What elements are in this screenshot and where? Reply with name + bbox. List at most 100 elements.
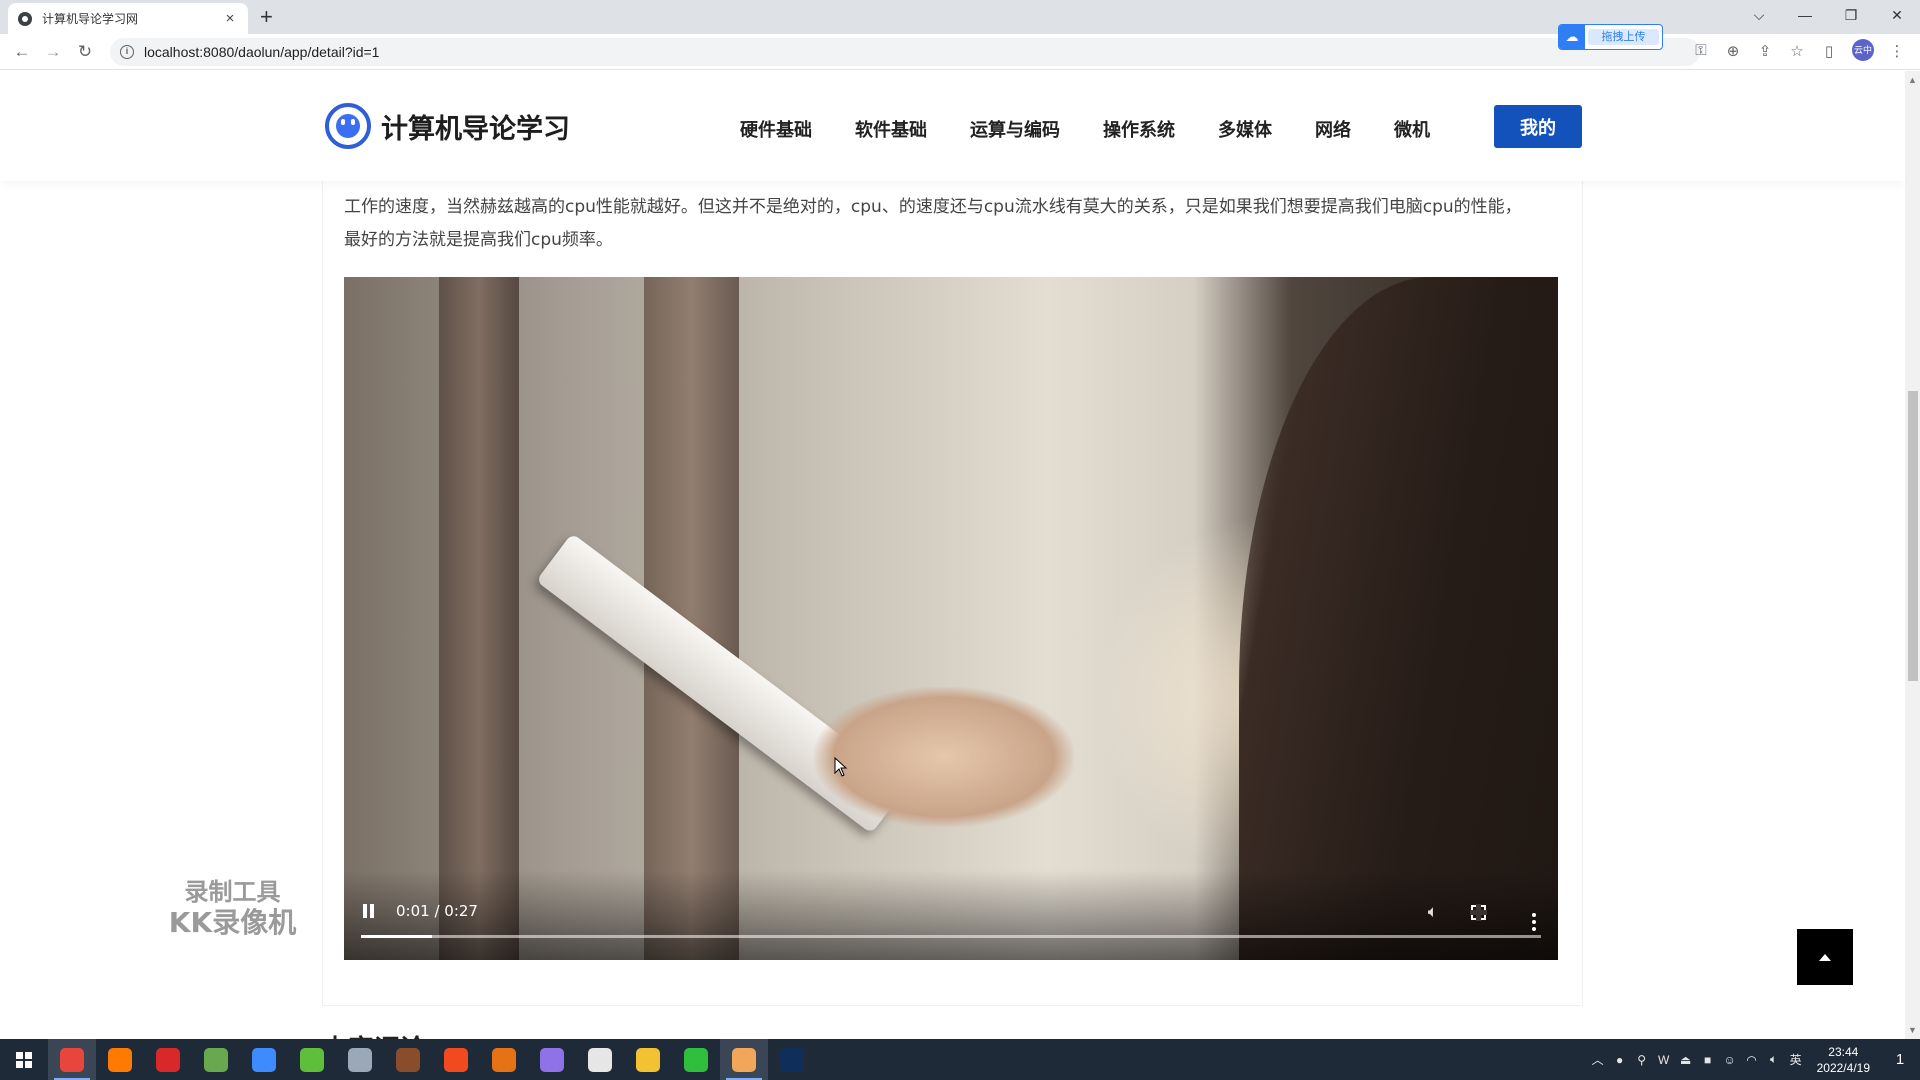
clock-time: 23:44: [1828, 1044, 1859, 1059]
site-title: 计算机导论学习: [381, 113, 570, 145]
tray-usb-icon[interactable]: ⏏: [1675, 1053, 1697, 1067]
mouse-cursor-icon: [834, 757, 848, 777]
zoom-icon[interactable]: ⊕: [1724, 42, 1742, 61]
volume-icon[interactable]: 🔈︎: [1428, 902, 1438, 922]
site-favicon-icon: [18, 11, 32, 26]
scroll-up-icon[interactable]: ▲: [1908, 75, 1917, 85]
site-info-icon[interactable]: i: [120, 45, 134, 59]
share-icon[interactable]: ⇪: [1756, 42, 1774, 61]
file-manager-icon: [348, 1047, 372, 1072]
taskbar-app[interactable]: [288, 1039, 336, 1080]
site-header: 计算机导论学习 硬件基础 软件基础 运算与编码 操作系统 多媒体 网络 微机 我…: [0, 71, 1905, 181]
article-line: 最好的方法就是提高我们cpu频率。: [344, 230, 613, 250]
nav-item-operating-system[interactable]: 操作系统: [1103, 116, 1175, 142]
video-time: 0:01 / 0:27: [396, 902, 478, 920]
ime-indicator[interactable]: 英: [1785, 1051, 1807, 1068]
window-controls: ⌵ — ❐ ✕: [1736, 0, 1920, 30]
address-bar[interactable]: i localhost:8080/daolun/app/detail?id=1: [110, 38, 1700, 66]
chat-icon: [588, 1047, 612, 1072]
wps-icon: [156, 1047, 180, 1072]
taskbar-app[interactable]: [768, 1039, 816, 1080]
tab-search-icon[interactable]: ⌵: [1736, 0, 1782, 30]
pause-icon[interactable]: [362, 904, 376, 918]
scrollbar-thumb[interactable]: [1908, 391, 1918, 681]
video-progress-bar[interactable]: [361, 935, 1541, 938]
nav-item-network[interactable]: 网络: [1315, 116, 1351, 142]
site-logo-icon: [325, 103, 371, 149]
more-options-icon[interactable]: [1532, 920, 1536, 924]
tray-expand-icon[interactable]: ︿: [1587, 1051, 1609, 1068]
nav-item-computing-encoding[interactable]: 运算与编码: [970, 116, 1060, 142]
clock-date: 2022/4/19: [1816, 1060, 1870, 1075]
taskbar-app[interactable]: [480, 1039, 528, 1080]
nav-item-hardware[interactable]: 硬件基础: [740, 116, 812, 142]
taskbar-app[interactable]: [672, 1039, 720, 1080]
notification-count: 1: [1895, 1051, 1905, 1068]
taskbar-app[interactable]: [336, 1039, 384, 1080]
tray-search-icon[interactable]: ⚲: [1631, 1053, 1653, 1067]
back-to-top-button[interactable]: [1797, 929, 1853, 985]
notification-center-icon[interactable]: 1: [1880, 1039, 1920, 1080]
password-key-icon[interactable]: ⚿: [1692, 42, 1710, 61]
tray-nvidia-icon[interactable]: ■: [1697, 1053, 1719, 1067]
extension-upload-button[interactable]: ☁ 拖拽上传: [1558, 24, 1663, 50]
main-nav: 硬件基础 软件基础 运算与编码 操作系统 多媒体 网络 微机: [740, 116, 1473, 142]
video-progress-fill: [361, 935, 432, 938]
system-tray: ︿ ● ⚲ W ⏏ ■ ☺ ◠ 🔈︎ 英 23:44 2022/4/19 1: [1587, 1039, 1920, 1080]
leaf-icon: [300, 1047, 324, 1072]
extension-upload-label: 拖拽上传: [1588, 29, 1659, 45]
wechat-icon: [684, 1047, 708, 1072]
taskbar-app[interactable]: [96, 1039, 144, 1080]
tray-wechat-icon[interactable]: ●: [1609, 1053, 1631, 1067]
photoshop-icon: [780, 1047, 804, 1072]
taskbar-app[interactable]: [720, 1039, 768, 1080]
start-button[interactable]: [0, 1039, 48, 1080]
taskbar-app[interactable]: [144, 1039, 192, 1080]
chrome-icon: [60, 1047, 84, 1072]
tray-qq-icon[interactable]: ☺: [1719, 1053, 1741, 1067]
taskbar-app[interactable]: [240, 1039, 288, 1080]
taskbar-app[interactable]: [48, 1039, 96, 1080]
tray-volume-icon[interactable]: 🔈︎: [1763, 1052, 1785, 1067]
search-icon: [108, 1047, 132, 1072]
site-brand[interactable]: 计算机导论学习: [325, 103, 570, 149]
bookmark-star-icon[interactable]: ☆: [1788, 42, 1806, 61]
nav-item-microcomputer[interactable]: 微机: [1394, 116, 1430, 142]
taskbar-app[interactable]: [432, 1039, 480, 1080]
new-tab-button[interactable]: +: [260, 5, 273, 29]
tray-wps-icon[interactable]: W: [1653, 1053, 1675, 1067]
tab-close-icon[interactable]: ×: [222, 10, 238, 27]
taskbar-app[interactable]: [384, 1039, 432, 1080]
profile-avatar[interactable]: 云中: [1852, 39, 1874, 61]
nav-item-software[interactable]: 软件基础: [855, 116, 927, 142]
ghost-icon: [492, 1047, 516, 1072]
browser-tab[interactable]: 计算机导论学习网 ×: [8, 3, 248, 34]
cloud-music-icon: [540, 1047, 564, 1072]
back-button[interactable]: ←: [12, 42, 32, 62]
nav-item-multimedia[interactable]: 多媒体: [1218, 116, 1272, 142]
taskbar-app[interactable]: [192, 1039, 240, 1080]
baidu-netdisk-icon: [252, 1047, 276, 1072]
recorder-icon: [732, 1047, 756, 1072]
url-text: localhost:8080/daolun/app/detail?id=1: [144, 44, 380, 60]
fullscreen-icon[interactable]: [1470, 904, 1487, 921]
taskbar-app[interactable]: [528, 1039, 576, 1080]
restore-button[interactable]: ❐: [1828, 0, 1874, 30]
taskbar-app[interactable]: [576, 1039, 624, 1080]
reload-button[interactable]: ↻: [75, 42, 95, 62]
tray-network-icon[interactable]: ◠: [1741, 1053, 1763, 1067]
windows-taskbar: ︿ ● ⚲ W ⏏ ■ ☺ ◠ 🔈︎ 英 23:44 2022/4/19 1: [0, 1039, 1920, 1080]
minimize-button[interactable]: —: [1782, 0, 1828, 30]
video-player[interactable]: 0:01 / 0:27 🔈︎: [344, 277, 1558, 960]
taskbar-clock[interactable]: 23:44 2022/4/19: [1817, 1044, 1870, 1076]
close-window-button[interactable]: ✕: [1874, 0, 1920, 30]
video-frame-detail: [439, 277, 519, 960]
forward-button[interactable]: →: [43, 42, 63, 62]
browser-menu-icon[interactable]: ⋮: [1888, 42, 1906, 61]
page-scrollbar[interactable]: ▲ ▼: [1905, 71, 1920, 1039]
side-panel-icon[interactable]: ▯: [1820, 42, 1838, 61]
taskbar-app[interactable]: [624, 1039, 672, 1080]
scroll-down-icon[interactable]: ▼: [1908, 1025, 1917, 1035]
my-account-button[interactable]: 我的: [1494, 105, 1582, 148]
comments-heading: 内容评论: [322, 1029, 426, 1039]
